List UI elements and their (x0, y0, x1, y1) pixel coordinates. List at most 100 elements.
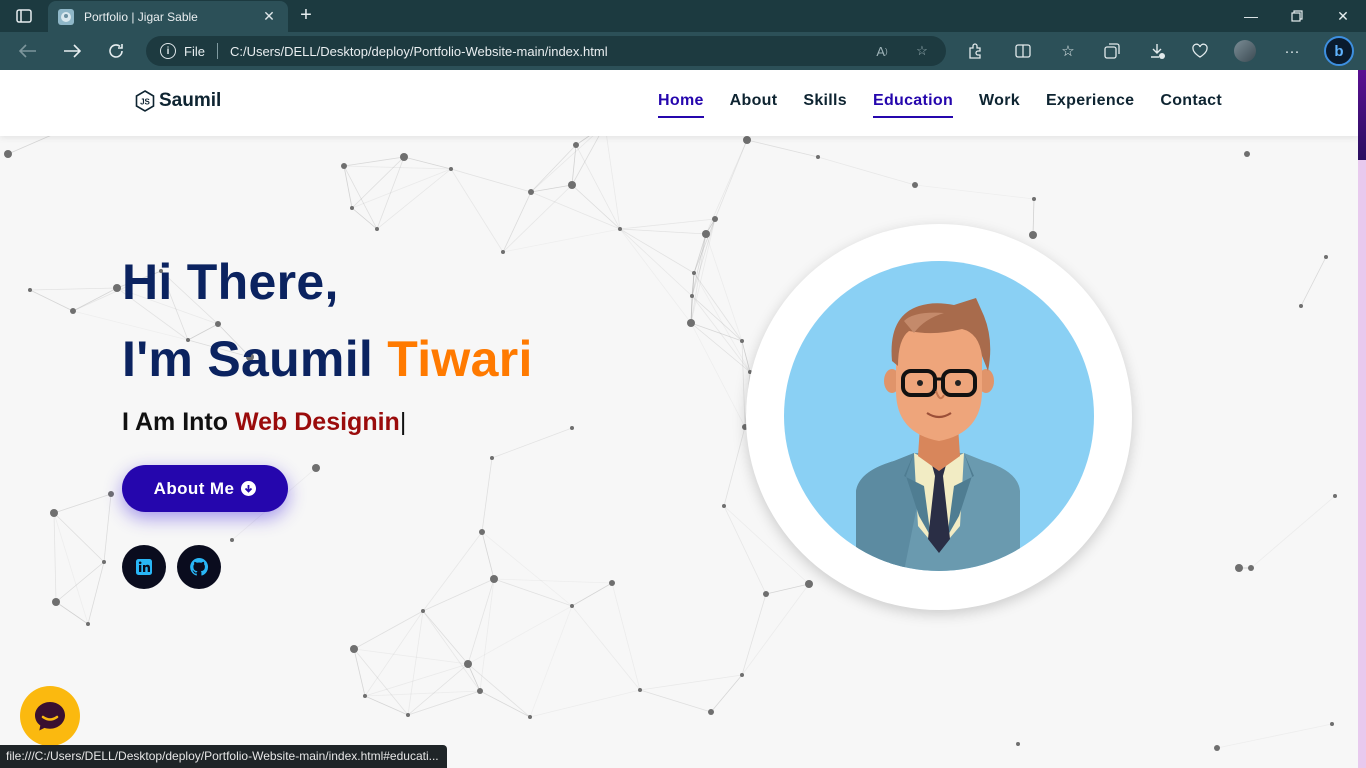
network-node (406, 713, 410, 717)
network-line (529, 605, 573, 718)
nav-work[interactable]: Work (979, 92, 1020, 118)
page-scrollbar[interactable] (1358, 70, 1366, 768)
refresh-icon[interactable] (102, 39, 130, 63)
profile-picture (784, 261, 1094, 571)
info-icon[interactable]: i (160, 43, 176, 59)
address-bar-row: i File C:/Users/DELL/Desktop/deploy/Port… (0, 32, 1366, 70)
nav-experience[interactable]: Experience (1046, 92, 1134, 118)
network-node (568, 181, 576, 189)
network-line (619, 228, 695, 274)
nav-skills[interactable]: Skills (803, 92, 847, 118)
network-line (481, 531, 495, 580)
read-aloud-icon[interactable]: A) (872, 41, 892, 61)
portfolio-page: JS Saumil Home About Skills Education Work Ex… (0, 70, 1358, 768)
network-node (102, 560, 106, 564)
network-line (364, 610, 424, 697)
network-line (746, 139, 819, 158)
network-node (215, 321, 221, 327)
typed-text: Web Designin (234, 408, 400, 436)
address-field[interactable]: i File C:/Users/DELL/Desktop/deploy/Port… (146, 36, 946, 66)
arrow-down-circle-icon (241, 481, 257, 496)
network-line (422, 578, 495, 612)
network-line (741, 340, 746, 428)
network-line (353, 648, 469, 665)
extensions-icon[interactable] (962, 39, 988, 63)
nav-education[interactable]: Education (872, 92, 954, 118)
forward-icon[interactable] (58, 39, 86, 63)
network-node (702, 230, 710, 238)
linkedin-icon (136, 559, 152, 575)
browser-tab[interactable]: Portfolio | Jigar Sable ✕ (48, 1, 288, 32)
network-line (639, 674, 743, 691)
network-line (422, 531, 483, 612)
tab-actions-icon[interactable] (10, 6, 38, 26)
close-window-icon[interactable]: ✕ (1320, 0, 1366, 32)
network-node (312, 464, 320, 472)
network-node (609, 580, 615, 586)
network-line (493, 578, 573, 607)
network-line (530, 191, 621, 230)
brand-logo[interactable]: JS Saumil (135, 90, 221, 112)
hero-intro: I'm Saumil (122, 331, 374, 387)
network-line (914, 184, 1035, 200)
network-node (230, 538, 234, 542)
network-line (1032, 198, 1035, 236)
network-line (343, 165, 378, 230)
address-url: C:/Users/DELL/Desktop/deploy/Portfolio-W… (229, 43, 608, 59)
new-tab-icon[interactable]: + (294, 4, 318, 28)
split-screen-icon[interactable] (1010, 39, 1036, 63)
network-line (481, 457, 493, 533)
network-line (710, 674, 743, 713)
minimize-icon[interactable]: — (1228, 0, 1274, 32)
profile-picture-frame (746, 224, 1132, 610)
network-node (501, 250, 505, 254)
github-button[interactable] (177, 545, 221, 589)
network-line (29, 289, 74, 312)
network-line (502, 228, 621, 253)
network-line (723, 505, 767, 595)
network-line (351, 168, 452, 209)
network-line (1250, 495, 1336, 569)
network-line (481, 531, 573, 607)
nav-contact[interactable]: Contact (1160, 92, 1222, 118)
network-line (364, 663, 469, 697)
collections-icon[interactable] (1099, 39, 1125, 63)
network-node (113, 284, 121, 292)
main-nav: Home About Skills Education Work Experience Co… (632, 92, 1222, 118)
network-node (363, 694, 367, 698)
network-node (687, 319, 695, 327)
network-node (1214, 745, 1220, 751)
network-line (407, 690, 481, 716)
tab-close-icon[interactable]: ✕ (260, 8, 278, 25)
network-node (479, 529, 485, 535)
network-line (571, 605, 641, 691)
network-node (1235, 564, 1243, 572)
favorite-star-icon[interactable]: ☆ (912, 41, 932, 61)
profile-avatar[interactable] (1234, 40, 1256, 62)
back-icon[interactable] (14, 39, 42, 63)
network-line (55, 601, 89, 625)
linkedin-button[interactable] (122, 545, 166, 589)
bing-copilot-icon[interactable]: b (1324, 36, 1354, 66)
chat-widget-button[interactable] (20, 686, 80, 746)
performance-icon[interactable] (1187, 39, 1213, 63)
network-node (350, 645, 358, 653)
more-menu-icon[interactable]: ··· (1279, 39, 1305, 63)
favorites-icon[interactable]: ☆ (1055, 39, 1081, 63)
network-node (763, 591, 769, 597)
network-node (722, 504, 726, 508)
nav-about[interactable]: About (730, 92, 778, 118)
network-line (690, 322, 746, 428)
downloads-icon[interactable] (1144, 39, 1170, 63)
network-node (692, 271, 696, 275)
network-line (29, 287, 118, 291)
about-me-button[interactable]: About Me (122, 465, 288, 512)
network-node (490, 575, 498, 583)
browser-tab-bar: Portfolio | Jigar Sable ✕ + — ✕ (0, 0, 1366, 32)
scrollbar-thumb[interactable] (1358, 70, 1366, 160)
restore-icon[interactable] (1274, 0, 1320, 32)
network-line (723, 426, 746, 507)
network-node (1330, 722, 1334, 726)
nav-home[interactable]: Home (658, 92, 704, 118)
network-node (400, 153, 408, 161)
